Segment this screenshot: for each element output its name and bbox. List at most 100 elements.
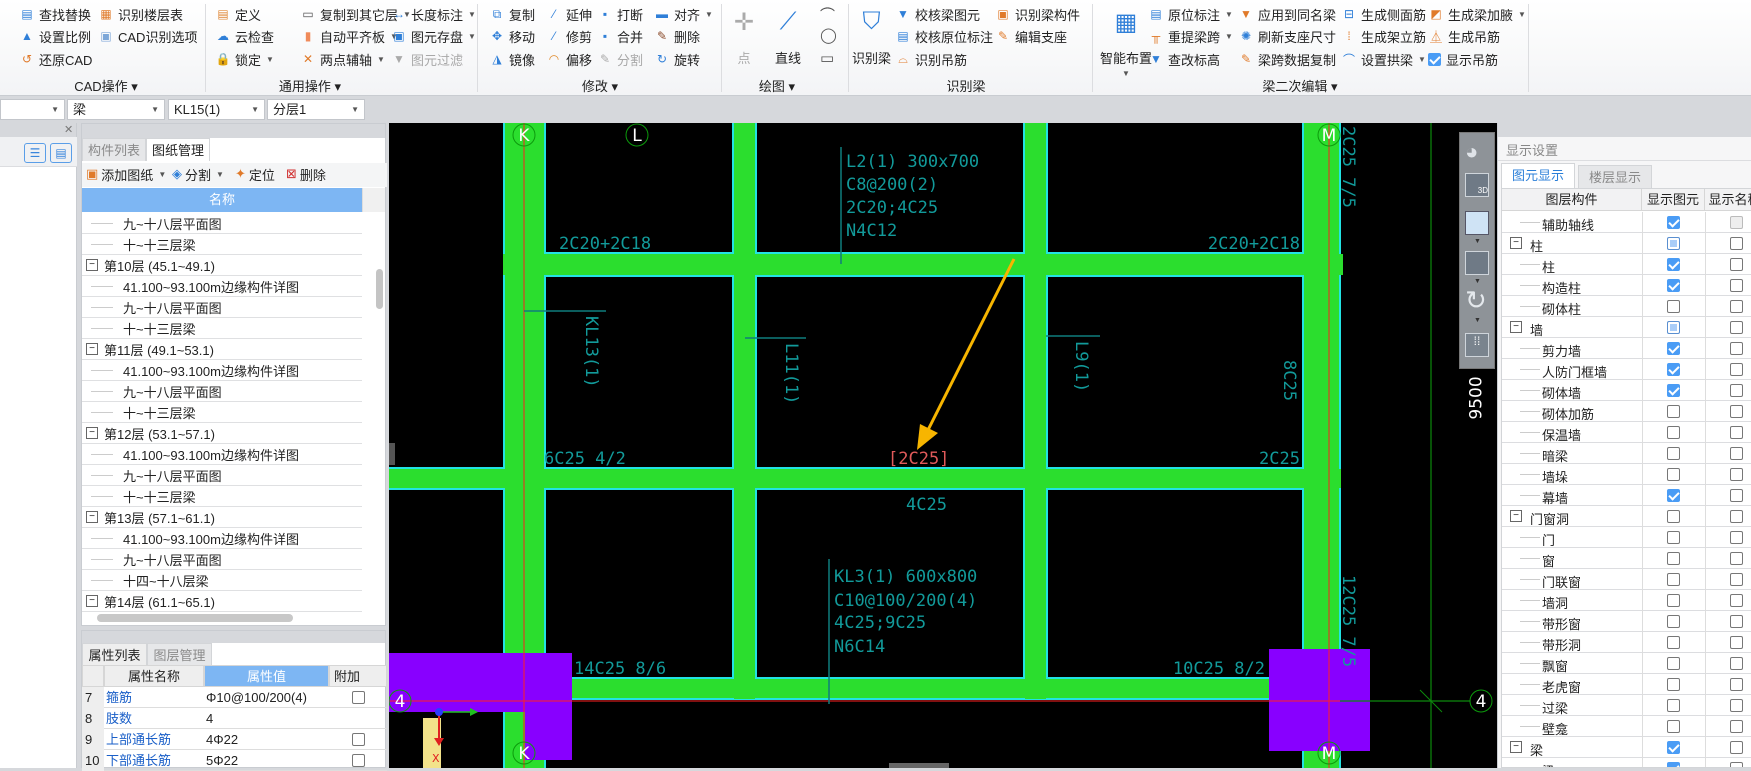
locate-button[interactable]: ✦ 定位 xyxy=(235,163,275,185)
tree-item-row[interactable]: 41.100~93.100m边缘构件详图 xyxy=(82,444,362,465)
ribbon-button[interactable]: ▲ 设置比例 xyxy=(19,26,91,46)
layer-group-row[interactable]: − 梁 xyxy=(1502,737,1751,758)
show-element-checkbox[interactable] xyxy=(1667,447,1680,460)
show-name-checkbox[interactable] xyxy=(1730,237,1743,250)
show-element-checkbox[interactable] xyxy=(1667,615,1680,628)
layer-row[interactable]: 墙洞 xyxy=(1502,590,1751,611)
ribbon-button[interactable]: ▣ 识别梁构件 xyxy=(995,4,1080,24)
show-name-checkbox[interactable] xyxy=(1730,363,1743,376)
show-element-checkbox[interactable] xyxy=(1667,300,1680,313)
show-element-checkbox[interactable] xyxy=(1667,741,1680,754)
layer-column-header[interactable]: 图层构件 xyxy=(1502,189,1642,211)
collapse-icon[interactable]: − xyxy=(86,259,98,271)
layer-row[interactable]: 暗梁 xyxy=(1502,443,1751,464)
ribbon-button[interactable]: ✥ 移动 xyxy=(489,26,535,46)
show-element-checkbox[interactable] xyxy=(1667,258,1680,271)
ribbon-button[interactable]: ▣ CAD识别选项 xyxy=(98,26,197,46)
collapse-icon[interactable]: − xyxy=(86,343,98,355)
tab-element-display[interactable]: 图元显示 xyxy=(1501,163,1575,188)
show-name-checkbox[interactable] xyxy=(1730,426,1743,439)
show-name-checkbox[interactable] xyxy=(1730,678,1743,691)
ribbon-button[interactable]: ▼ 校核梁图元 xyxy=(895,4,980,24)
component-name-combo[interactable]: KL15(1) ▼ xyxy=(168,99,265,120)
ribbon-button[interactable]: ⛉ 识别梁 xyxy=(852,6,891,67)
ribbon-button[interactable]: ✎ 删除 xyxy=(654,26,700,46)
ribbon-button[interactable]: ⌓ 识别吊筋 xyxy=(895,49,967,69)
tree-item-row[interactable]: 九~十八层平面图 xyxy=(82,381,362,402)
layer-row[interactable]: 带形窗 xyxy=(1502,611,1751,632)
ribbon-button[interactable]: ▣ 图元存盘 ▼ xyxy=(391,26,476,46)
ribbon-button[interactable]: ⏅ 生成吊筋 xyxy=(1428,26,1500,46)
layer-row[interactable]: 窗 xyxy=(1502,548,1751,569)
component-type-combo[interactable]: 梁 ▼ xyxy=(67,99,165,120)
orbit-icon[interactable]: ◕ xyxy=(1465,139,1478,165)
ribbon-group-label[interactable]: 识别梁 xyxy=(946,76,985,95)
tree-item-row[interactable]: 41.100~93.100m边缘构件详图 xyxy=(82,360,362,381)
layer-row[interactable]: 剪力墙 xyxy=(1502,338,1751,359)
layer-row[interactable]: 墙垛 xyxy=(1502,464,1751,485)
layer-row[interactable]: 砌体加筋 xyxy=(1502,401,1751,422)
ribbon-button[interactable]: ⁄ 延伸 xyxy=(546,4,592,24)
show-name-checkbox[interactable] xyxy=(1730,300,1743,313)
ribbon-button[interactable]: ▦ 识别楼层表 xyxy=(98,4,183,24)
show-name-checkbox[interactable] xyxy=(1730,321,1743,334)
ribbon-group-label[interactable]: 梁二次编辑 ▾ xyxy=(1262,76,1337,95)
layer-column-header[interactable]: 显示名称 xyxy=(1705,189,1751,211)
ribbon-button[interactable]: ◠ 偏移 xyxy=(546,49,592,69)
ribbon-button[interactable]: ✎ 梁跨数据复制 xyxy=(1238,49,1336,69)
chevron-down-icon[interactable]: ▼ xyxy=(1474,278,1481,285)
ribbon-button[interactable]: 🔒 锁定 ▼ xyxy=(215,49,274,69)
layer-row[interactable]: 辅助轴线 xyxy=(1502,212,1751,233)
tab-layer-management[interactable]: 图层管理 xyxy=(147,643,212,666)
show-name-checkbox[interactable] xyxy=(1730,405,1743,418)
collapse-icon[interactable]: − xyxy=(1510,741,1522,753)
ribbon-button[interactable]: ✕ 两点辅轴 ▼ xyxy=(300,49,385,69)
ribbon-button[interactable]: ↔ 长度标注 ▼ xyxy=(391,4,476,24)
show-element-checkbox[interactable] xyxy=(1667,405,1680,418)
show-name-checkbox[interactable] xyxy=(1730,594,1743,607)
split-button[interactable]: ◈ 分割 ▼ xyxy=(172,163,224,185)
ribbon-button[interactable]: ⁞ 生成架立筋 xyxy=(1341,26,1426,46)
show-name-checkbox[interactable] xyxy=(1730,384,1743,397)
show-element-checkbox[interactable] xyxy=(1667,489,1680,502)
tab-floor-display[interactable]: 楼层显示 xyxy=(1578,165,1652,188)
layer-row[interactable]: 保温墙 xyxy=(1502,422,1751,443)
show-element-checkbox[interactable] xyxy=(1667,531,1680,544)
layer-column-header[interactable]: 显示图元 xyxy=(1642,189,1705,211)
ribbon-button[interactable]: ▼ 查改标高 xyxy=(1148,49,1220,69)
show-element-checkbox[interactable] xyxy=(1667,237,1680,250)
collapse-icon[interactable]: − xyxy=(1510,237,1522,249)
drawing-svg[interactable]: K L M K M 4 4 L2(1) 300x700 C8@200(2) 2C… xyxy=(389,123,1497,768)
ribbon-button[interactable]: ✺ 刷新支座尺寸 xyxy=(1238,26,1336,46)
detail-view-icon[interactable]: ▤ xyxy=(50,143,72,163)
collapse-icon[interactable]: − xyxy=(86,511,98,523)
layer-group-row[interactable]: − 门窗洞 xyxy=(1502,506,1751,527)
ribbon-button[interactable]: ▬ 对齐 ▼ xyxy=(654,4,713,24)
ribbon-button[interactable]: ▦ 智能布置 ▼ xyxy=(1100,6,1152,79)
collapse-icon[interactable]: − xyxy=(86,595,98,607)
layer-row[interactable]: 过梁 xyxy=(1502,695,1751,716)
layer-row[interactable]: 梁 xyxy=(1502,758,1751,767)
show-element-checkbox[interactable] xyxy=(1667,573,1680,586)
tab-property-list[interactable]: 属性列表 xyxy=(82,643,147,666)
tree-group-row[interactable]: − 第12层 (53.1~57.1) xyxy=(82,423,362,444)
ribbon-button[interactable]: ▪ 合并 xyxy=(597,26,643,46)
ribbon-button[interactable]: ✎ 编辑支座 xyxy=(995,26,1067,46)
show-name-checkbox[interactable] xyxy=(1730,447,1743,460)
show-element-checkbox[interactable] xyxy=(1667,762,1680,767)
layer-group-row[interactable]: − 墙 xyxy=(1502,317,1751,338)
tree-item-row[interactable]: 九~十八层平面图 xyxy=(82,549,362,570)
ribbon-button[interactable]: ▤ 查找替换 xyxy=(19,4,91,24)
show-name-checkbox[interactable] xyxy=(1730,573,1743,586)
ribbon-group-label[interactable]: 通用操作 ▾ xyxy=(279,76,341,95)
layer-group-row[interactable]: − 柱 xyxy=(1502,233,1751,254)
show-name-checkbox[interactable] xyxy=(1730,258,1743,271)
selected-rebar-label[interactable]: [2C25] xyxy=(888,449,949,469)
canvas-scroll-handle[interactable] xyxy=(889,763,949,768)
tab-component-list[interactable]: 构件列表 xyxy=(82,138,146,161)
property-value[interactable]: 4 xyxy=(206,708,213,729)
tree-item-row[interactable]: 九~十八层平面图 xyxy=(82,465,362,486)
ribbon-button[interactable]: ▮ 自动平齐板 ▼ xyxy=(300,26,398,46)
chevron-down-icon[interactable]: ▼ xyxy=(1474,238,1481,245)
ribbon-group-label[interactable]: CAD操作 ▾ xyxy=(74,76,138,95)
